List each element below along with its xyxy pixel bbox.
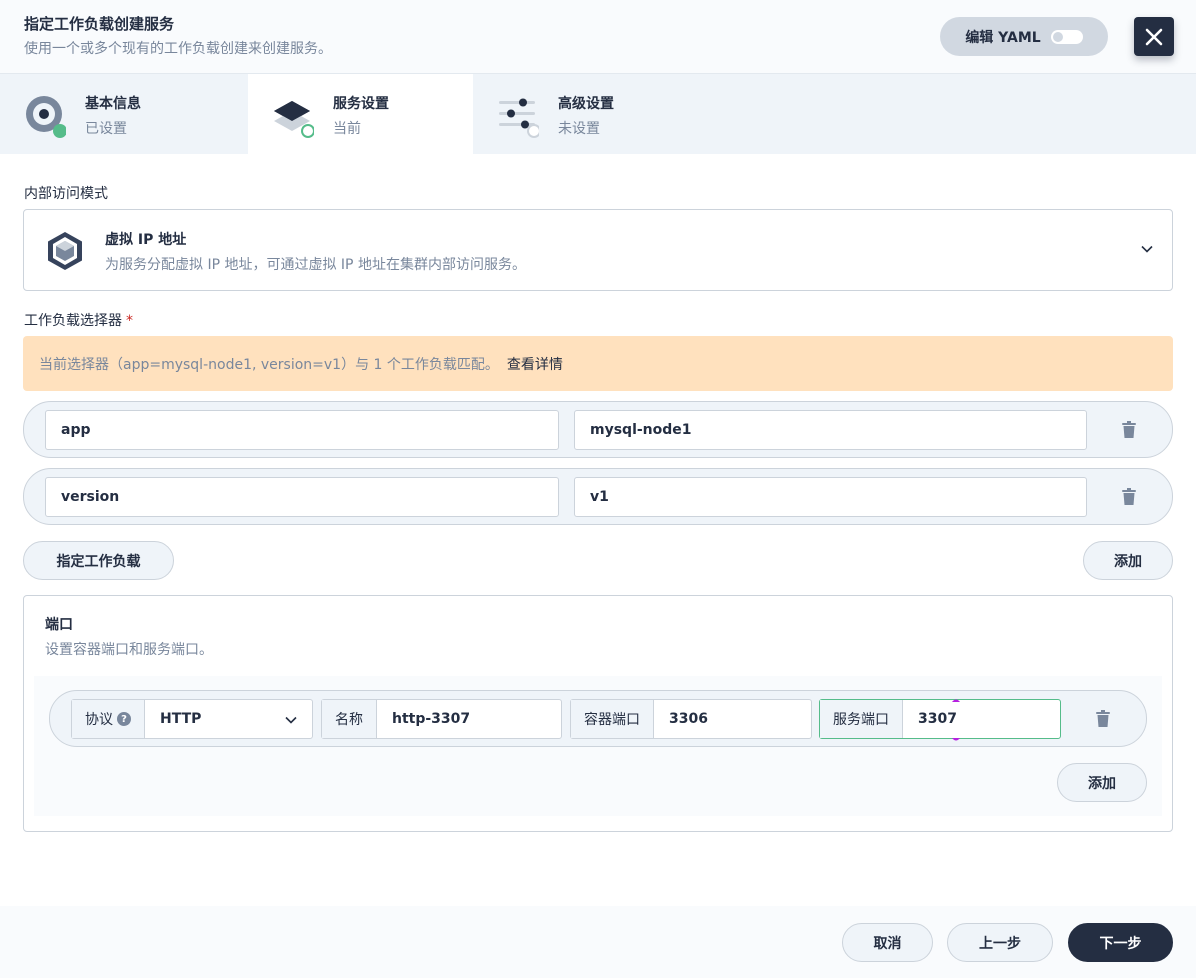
protocol-select[interactable]: 协议 ? HTTP xyxy=(71,699,313,739)
service-port-field[interactable]: 服务端口 3307 xyxy=(819,699,1061,741)
chevron-down-icon xyxy=(285,716,297,724)
previous-step-button[interactable]: 上一步 xyxy=(947,923,1053,962)
edit-yaml-toggle-button[interactable]: 编辑 YAML xyxy=(940,17,1108,56)
yaml-switch[interactable] xyxy=(1050,29,1083,44)
port-name-label: 名称 xyxy=(322,700,377,738)
ports-list: 协议 ? HTTP 名称 http-3307 容器端口 3306 服务端口 33… xyxy=(34,676,1162,816)
selector-key-input[interactable]: app xyxy=(45,410,559,450)
trash-icon[interactable] xyxy=(1119,420,1139,440)
trash-icon[interactable] xyxy=(1093,709,1113,729)
port-name-field[interactable]: 名称 http-3307 xyxy=(321,699,562,739)
container-port-label: 容器端口 xyxy=(571,700,654,738)
service-port-label: 服务端口 xyxy=(820,700,903,738)
selector-value-input[interactable]: v1 xyxy=(574,477,1087,517)
specify-workload-button[interactable]: 指定工作负载 xyxy=(23,541,174,580)
selector-row: version v1 xyxy=(23,468,1173,525)
step-status: 未设置 xyxy=(558,121,600,137)
access-mode-description: 为服务分配虚拟 IP 地址，可通过虚拟 IP 地址在集群内部访问服务。 xyxy=(105,257,526,273)
add-port-button[interactable]: 添加 xyxy=(1057,763,1147,802)
chevron-down-icon xyxy=(1141,245,1153,253)
yaml-switch-knob xyxy=(1051,30,1064,43)
selector-key-input[interactable]: version xyxy=(45,477,559,517)
port-row: 协议 ? HTTP 名称 http-3307 容器端口 3306 服务端口 33… xyxy=(49,690,1147,747)
protocol-label: 协议 xyxy=(85,712,113,728)
step-title: 服务设置 xyxy=(333,96,389,112)
protocol-value-text: HTTP xyxy=(160,711,202,727)
help-icon[interactable]: ? xyxy=(117,712,131,726)
access-mode-title: 虚拟 IP 地址 xyxy=(105,232,187,248)
container-port-field[interactable]: 容器端口 3306 xyxy=(570,699,812,739)
modal-footer: 取消 上一步 下一步 xyxy=(0,906,1196,978)
close-button[interactable] xyxy=(1134,17,1174,56)
close-icon xyxy=(1145,28,1163,45)
modal-header: 指定工作负载创建服务 使用一个或多个现有的工作负载创建来创建服务。 编辑 YAM… xyxy=(0,0,1196,74)
step-status: 已设置 xyxy=(85,121,127,137)
selector-label-text: 工作负载选择器 xyxy=(24,313,122,329)
modal-description: 使用一个或多个现有的工作负载创建来创建服务。 xyxy=(24,41,332,57)
modal-title: 指定工作负载创建服务 xyxy=(24,15,175,33)
sliders-icon xyxy=(499,98,539,138)
trash-icon[interactable] xyxy=(1119,487,1139,507)
ports-title: 端口 xyxy=(45,617,73,633)
step-title: 高级设置 xyxy=(558,96,614,112)
ports-description: 设置容器端口和服务端口。 xyxy=(45,642,213,658)
text-cursor-icon xyxy=(952,699,960,741)
layers-icon xyxy=(274,101,314,138)
step-service-settings[interactable]: 服务设置 当前 xyxy=(248,74,473,154)
edit-yaml-label: 编辑 YAML xyxy=(965,29,1041,46)
protocol-addon: 协议 ? xyxy=(72,700,145,738)
selector-value-input[interactable]: mysql-node1 xyxy=(574,410,1087,450)
protocol-value: HTTP xyxy=(145,700,312,738)
selector-label: 工作负载选择器 * xyxy=(24,310,133,330)
step-title: 基本信息 xyxy=(85,96,141,112)
port-name-input[interactable]: http-3307 xyxy=(377,700,561,738)
container-port-input[interactable]: 3306 xyxy=(654,700,811,738)
step-status: 当前 xyxy=(333,121,361,137)
access-mode-select[interactable]: 虚拟 IP 地址 为服务分配虚拟 IP 地址，可通过虚拟 IP 地址在集群内部访… xyxy=(23,209,1173,291)
required-mark: * xyxy=(126,313,133,329)
next-step-button[interactable]: 下一步 xyxy=(1068,923,1173,962)
view-details-link[interactable]: 查看详情 xyxy=(507,354,563,374)
selector-notice-text: 当前选择器（app=mysql-node1, version=v1）与 1 个工… xyxy=(39,356,499,373)
cube-icon xyxy=(48,232,82,270)
access-mode-label: 内部访问模式 xyxy=(24,186,108,202)
selector-match-notice: 当前选择器（app=mysql-node1, version=v1）与 1 个工… xyxy=(23,336,1173,391)
step-basic-info[interactable]: 基本信息 已设置 xyxy=(0,74,225,154)
step-advanced-settings[interactable]: 高级设置 未设置 xyxy=(473,74,698,154)
ports-panel: 端口 设置容器端口和服务端口。 协议 ? HTTP 名称 http-3307 容… xyxy=(23,595,1173,832)
step-tabs: 基本信息 已设置 服务设置 当前 高级设置 未设置 xyxy=(0,74,1196,154)
add-selector-button[interactable]: 添加 xyxy=(1083,541,1173,580)
selector-row: app mysql-node1 xyxy=(23,401,1173,458)
service-port-input[interactable]: 3307 xyxy=(903,699,1060,741)
cancel-button[interactable]: 取消 xyxy=(842,923,933,962)
info-disc-icon xyxy=(26,96,66,138)
